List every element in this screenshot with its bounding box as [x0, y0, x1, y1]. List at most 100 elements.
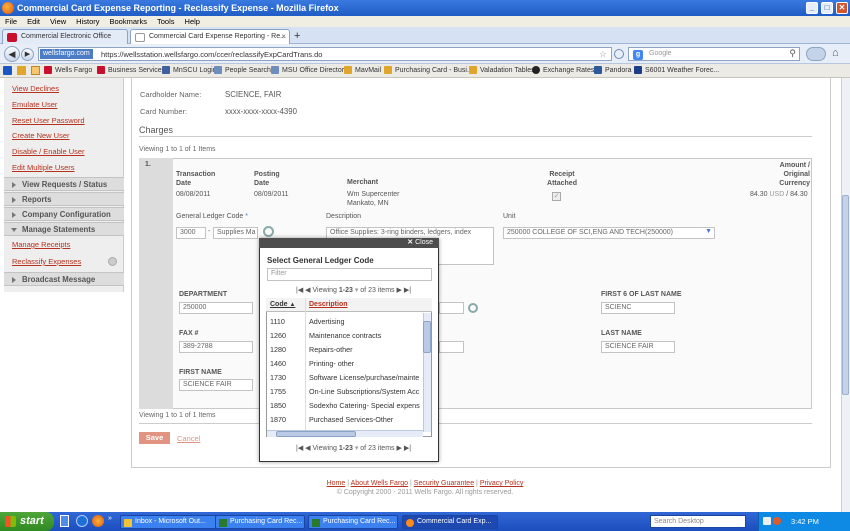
tab-commercial-electronic-office[interactable]: Commercial Electronic Office: [2, 29, 128, 44]
hidden-field-input-2[interactable]: [439, 341, 464, 353]
gl-row[interactable]: 1460 Printing- other: [266, 356, 432, 370]
cancel-link[interactable]: Cancel: [177, 434, 200, 443]
pager-chevron-icon[interactable]: ▾: [355, 445, 359, 452]
last-page-icon[interactable]: ▶|: [404, 445, 411, 452]
close-x-icon[interactable]: ✕: [407, 239, 413, 246]
tab-ccer[interactable]: Commercial Card Expense Reporting - Re..…: [130, 29, 290, 44]
bookmark-mavmail[interactable]: MavMail: [344, 66, 381, 74]
desktop-search-input[interactable]: Search Desktop: [650, 515, 746, 528]
minimize-button[interactable]: _: [806, 2, 818, 14]
bookmark-people-search[interactable]: People Search: [214, 66, 271, 74]
gl-code-input[interactable]: 3000: [176, 227, 206, 239]
next-page-icon[interactable]: ▶: [396, 445, 401, 452]
bookmark-exchange-rates[interactable]: Exchange Rates: [532, 66, 594, 74]
bookmark-star-icon[interactable]: ☆: [599, 49, 607, 60]
rss-icon[interactable]: [17, 66, 26, 75]
clock[interactable]: 3:42 PM: [791, 517, 819, 526]
close-window-button[interactable]: ✕: [836, 2, 848, 14]
menu-help[interactable]: Help: [180, 16, 205, 27]
new-tab-button[interactable]: +: [294, 30, 300, 42]
bookmark-toolbar-icon[interactable]: [3, 66, 12, 75]
last-page-icon[interactable]: ▶|: [404, 287, 411, 294]
menu-bookmarks[interactable]: Bookmarks: [105, 16, 153, 27]
reload-icon[interactable]: [614, 49, 624, 59]
first6-input[interactable]: SCIENC: [601, 302, 675, 314]
sidebar-section-company-configuration[interactable]: Company Configuration: [4, 207, 124, 221]
menu-file[interactable]: File: [0, 16, 22, 27]
sidebar-section-broadcast-message[interactable]: Broadcast Message: [4, 272, 124, 286]
firefox-quicklaunch-icon[interactable]: [92, 515, 104, 527]
horizontal-scroll-thumb[interactable]: [276, 431, 356, 437]
search-magnifier-icon[interactable]: ⚲: [789, 48, 796, 59]
bookmark-msu-office-directory[interactable]: MSU Office Directory: [271, 66, 348, 74]
pager-range-select[interactable]: 1-23: [339, 445, 353, 452]
addon-menu-icon[interactable]: [806, 47, 826, 61]
bookmark-pandora[interactable]: Pandora: [594, 66, 631, 74]
forward-button[interactable]: ▶: [21, 48, 34, 61]
bookmark-validation-tables[interactable]: Valadation Tables: [469, 66, 535, 74]
gl-row[interactable]: 1755 On-Line Subscriptions/System Acc: [266, 384, 432, 398]
sidebar-link-view-declines[interactable]: View Declines: [12, 84, 59, 93]
menu-tools[interactable]: Tools: [152, 16, 180, 27]
modal-filter-input[interactable]: Filter: [267, 268, 432, 281]
taskbar-item-ccer[interactable]: Commercial Card Exp...: [402, 515, 498, 529]
start-button[interactable]: start: [0, 512, 54, 531]
taskbar-item-outlook[interactable]: Inbox - Microsoft Out...: [120, 515, 218, 529]
gl-lookup-icon[interactable]: [263, 226, 274, 237]
save-button[interactable]: Save: [139, 432, 170, 444]
home-icon[interactable]: ⌂: [832, 47, 839, 59]
sidebar-link-reclassify-expenses[interactable]: Reclassify Expenses: [12, 257, 81, 266]
sidebar-link-edit-multiple-users[interactable]: Edit Multiple Users: [12, 163, 75, 172]
menu-edit[interactable]: Edit: [22, 16, 45, 27]
sidebar-link-emulate-user[interactable]: Emulate User: [12, 100, 57, 109]
gl-row[interactable]: 1850 Sodexho Catering- Special expens: [266, 398, 432, 412]
bookmark-weather[interactable]: S6001 Weather Forec...: [634, 66, 719, 74]
ie-icon[interactable]: [76, 515, 88, 527]
receipt-attached-checkbox[interactable]: ✓: [552, 192, 561, 201]
unit-select[interactable]: 250000 COLLEGE OF SCI,ENG AND TECH(25000…: [503, 227, 715, 239]
gl-row[interactable]: 1280 Repairs-other: [266, 342, 432, 356]
footer-link-about[interactable]: About Wells Fargo: [351, 480, 408, 487]
sidebar-section-view-requests[interactable]: View Requests / Status: [4, 177, 124, 191]
site-identity-badge[interactable]: wellsfargo.com: [40, 49, 93, 59]
footer-link-security[interactable]: Security Guarantee: [414, 480, 474, 487]
sidebar-link-disable-enable-user[interactable]: Disable / Enable User: [12, 147, 85, 156]
sidebar-link-create-user[interactable]: Create New User: [12, 131, 70, 140]
first-page-icon[interactable]: |◀: [296, 287, 303, 294]
bookmark-business-services[interactable]: Business Services: [97, 66, 165, 74]
search-box[interactable]: g Google ⚲: [628, 47, 800, 61]
vertical-scroll-thumb[interactable]: [423, 321, 431, 353]
prev-page-icon[interactable]: ◀: [305, 445, 310, 452]
col-code-header[interactable]: Code ▲: [270, 301, 295, 308]
department-input[interactable]: 250000: [179, 302, 253, 314]
sidebar-link-reset-password[interactable]: Reset User Password: [12, 116, 85, 125]
bookmark-wells-fargo[interactable]: Wells Fargo: [44, 66, 92, 74]
col-description-header[interactable]: Description: [309, 301, 348, 308]
firstname-input[interactable]: SCIENCE FAIR: [179, 379, 253, 391]
folder-icon[interactable]: [31, 66, 40, 75]
page-scroll-thumb[interactable]: [842, 195, 849, 395]
lastname-input[interactable]: SCIENCE FAIR: [601, 341, 675, 353]
close-tab-icon[interactable]: ×: [281, 32, 286, 41]
gl-row[interactable]: 1260 Maintenance contracts: [266, 328, 432, 342]
prev-page-icon[interactable]: ◀: [305, 287, 310, 294]
fax-input[interactable]: 389-2788: [179, 341, 253, 353]
menu-history[interactable]: History: [71, 16, 104, 27]
tray-security-icon[interactable]: [773, 517, 781, 525]
pager-range-select[interactable]: 1-23: [339, 287, 353, 294]
lookup-icon[interactable]: [468, 303, 478, 313]
hidden-field-input-1[interactable]: [439, 302, 464, 314]
quicklaunch-icon[interactable]: [60, 515, 69, 527]
sidebar-section-reports[interactable]: Reports: [4, 192, 124, 206]
footer-link-privacy[interactable]: Privacy Policy: [480, 480, 524, 487]
back-button[interactable]: ◀: [4, 46, 20, 62]
tray-network-icon[interactable]: [763, 517, 771, 525]
sidebar-link-manage-receipts[interactable]: Manage Receipts: [12, 240, 70, 249]
url-bar[interactable]: wellsfargo.com https://wellsstation.well…: [38, 47, 612, 61]
taskbar-item-purchasing-2[interactable]: Purchasing Card Rec...: [308, 515, 398, 529]
first-page-icon[interactable]: |◀: [296, 445, 303, 452]
gl-row[interactable]: 1730 Software License/purchase/mainte: [266, 370, 432, 384]
quicklaunch-expand-icon[interactable]: »: [108, 515, 116, 527]
gl-description-input[interactable]: Supplies Ma: [213, 227, 258, 239]
gl-row[interactable]: 1870 Purchased Services-Other: [266, 412, 432, 424]
